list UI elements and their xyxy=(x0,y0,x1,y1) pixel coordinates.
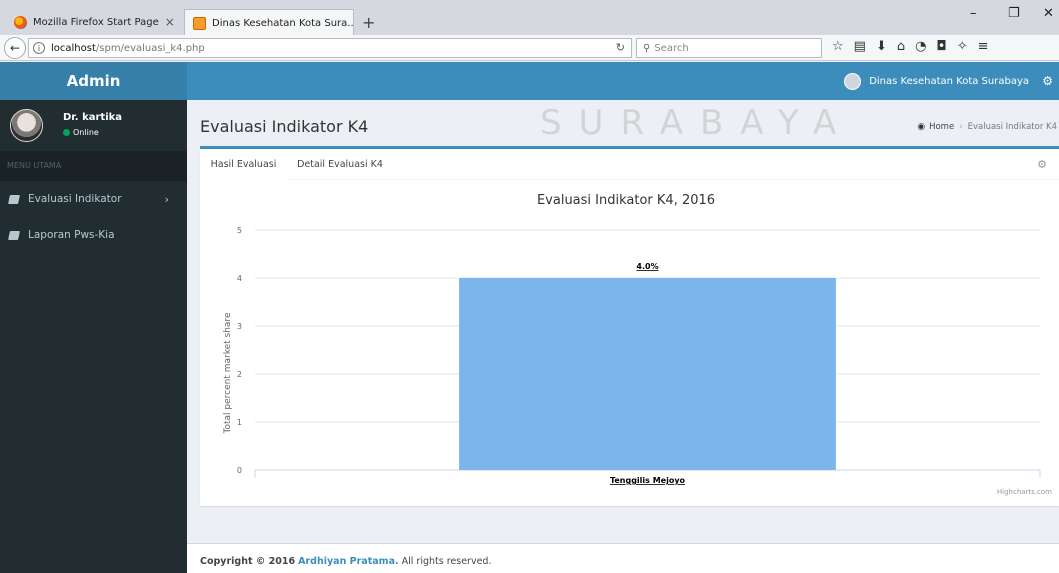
sidebar-item-laporan-pws-kia[interactable]: Laporan Pws-Kia xyxy=(0,219,187,251)
data-label: 4.0% xyxy=(636,262,658,271)
browser-tab-dinas[interactable]: Dinas Kesehatan Kota Sura... × xyxy=(184,9,354,36)
sidebar-item-evaluasi-indikator[interactable]: Evaluasi Indikator › xyxy=(0,183,187,215)
page-title: Evaluasi Indikator K4 xyxy=(200,117,369,136)
browser-nav-bar: ← i localhost/spm/evaluasi_k4.php ↻ ⚲ Se… xyxy=(0,35,1059,61)
tab-title: Dinas Kesehatan Kota Sura... xyxy=(212,17,354,29)
minimize-icon[interactable]: – xyxy=(970,6,977,21)
user-avatar-icon xyxy=(844,72,862,90)
user-menu-label: Dinas Kesehatan Kota Surabaya xyxy=(869,75,1029,87)
breadcrumb-current: Evaluasi Indikator K4 xyxy=(967,122,1057,132)
breadcrumb: ◉ Home › Evaluasi Indikator K4 xyxy=(917,122,1057,132)
bars xyxy=(459,278,836,470)
y-tick-label: 5 xyxy=(237,226,242,235)
status-label: Online xyxy=(73,128,99,137)
restore-icon[interactable]: ❐ xyxy=(1008,6,1020,21)
url-path: /spm/evaluasi_k4.php xyxy=(95,42,205,54)
breadcrumb-home[interactable]: Home xyxy=(929,122,954,132)
site-favicon-icon xyxy=(193,16,206,30)
content-wrapper: Evaluasi Indikator K4 ◉ Home › Evaluasi … xyxy=(187,100,1059,573)
y-tick-label: 1 xyxy=(237,418,242,427)
breadcrumb-separator: › xyxy=(959,122,963,132)
shield-icon[interactable]: ◘ xyxy=(936,39,946,54)
chart-title: Evaluasi Indikator K4, 2016 xyxy=(537,193,715,208)
copyright-suffix: All rights reserved. xyxy=(401,556,492,567)
dashboard-icon: ◉ xyxy=(917,122,926,132)
user-name: Dr. kartika xyxy=(63,112,123,123)
copyright-prefix: Copyright © 2016 xyxy=(200,556,296,567)
search-placeholder: Search xyxy=(654,42,689,54)
y-tick-label: 4 xyxy=(237,274,242,283)
back-arrow-icon[interactable]: ← xyxy=(4,37,26,59)
settings-cogs-icon[interactable]: ⚙ xyxy=(1042,74,1053,88)
book-icon xyxy=(8,230,20,240)
reload-icon[interactable]: ↻ xyxy=(616,41,625,54)
app-header: Admin Dinas Kesehatan Kota Surabaya ⚙ xyxy=(0,62,1059,100)
reading-list-icon[interactable]: ▤ xyxy=(854,39,866,54)
online-dot-icon xyxy=(63,129,70,136)
new-tab-icon[interactable]: + xyxy=(362,13,375,32)
sidebar: Dr. kartika Online MENU UTAMA Evaluasi I… xyxy=(0,100,187,573)
user-status: Online xyxy=(63,128,99,137)
url-bar[interactable]: i localhost/spm/evaluasi_k4.php ↻ xyxy=(28,38,632,58)
toolbar-icons: ☆ ▤ ⬇ ⌂ ◔ ◘ ✧ ≡ xyxy=(832,39,989,54)
menu-icon[interactable]: ≡ xyxy=(978,39,989,54)
tab-hasil-evaluasi[interactable]: Hasil Evaluasi xyxy=(200,149,287,180)
bar-chart: Evaluasi Indikator K4, 2016 Total percen… xyxy=(223,193,1052,496)
avatar xyxy=(10,109,43,142)
tab-title: Mozilla Firefox Start Page xyxy=(33,16,159,28)
search-icon: ⚲ xyxy=(643,42,651,54)
chevron-right-icon: › xyxy=(164,192,169,206)
author-link[interactable]: Ardhiyan Pratama. xyxy=(298,556,398,567)
x-tick-label: Tenggilis Mejoyo xyxy=(610,476,686,485)
info-icon[interactable]: i xyxy=(33,42,45,54)
user-panel: Dr. kartika Online xyxy=(0,100,187,150)
footer: Copyright © 2016 Ardhiyan Pratama. All r… xyxy=(187,543,1059,573)
home-icon[interactable]: ⌂ xyxy=(897,39,905,54)
user-menu[interactable]: Dinas Kesehatan Kota Surabaya xyxy=(844,62,1029,100)
logo[interactable]: Admin xyxy=(0,62,187,100)
url-host: localhost xyxy=(51,42,96,54)
menu-header: MENU UTAMA xyxy=(0,151,187,181)
tab-strip: Hasil Evaluasi Detail Evaluasi K4 ⚙ xyxy=(200,149,1059,180)
evaluation-box: Hasil Evaluasi Detail Evaluasi K4 ⚙ Eval… xyxy=(200,146,1059,506)
window-close-icon[interactable]: ✕ xyxy=(1043,6,1054,21)
gear-icon[interactable]: ⚙ xyxy=(1037,158,1047,171)
firefox-icon xyxy=(14,15,27,29)
sidebar-item-label: Laporan Pws-Kia xyxy=(28,229,115,241)
extension-icon[interactable]: ✧ xyxy=(957,39,968,54)
browser-tab-start-page[interactable]: Mozilla Firefox Start Page × xyxy=(6,9,182,35)
search-input[interactable]: ⚲ Search xyxy=(636,38,822,58)
tab-detail-evaluasi-k4[interactable]: Detail Evaluasi K4 xyxy=(287,149,393,180)
download-icon[interactable]: ⬇ xyxy=(876,39,887,54)
y-tick-label: 3 xyxy=(237,322,242,331)
sidebar-item-label: Evaluasi Indikator xyxy=(28,193,122,205)
y-tick-label: 2 xyxy=(237,370,242,379)
book-icon xyxy=(8,194,20,204)
chart-credits[interactable]: Highcharts.com xyxy=(997,488,1052,496)
y-tick-label: 0 xyxy=(237,466,242,475)
star-icon[interactable]: ☆ xyxy=(832,39,844,54)
close-tab-icon[interactable]: × xyxy=(159,15,175,29)
tab-label: Hasil Evaluasi xyxy=(210,159,277,170)
tab-label: Detail Evaluasi K4 xyxy=(297,159,383,170)
bar xyxy=(459,278,836,470)
y-axis-label: Total percent market share xyxy=(223,312,233,434)
browser-tab-bar: Mozilla Firefox Start Page × Dinas Keseh… xyxy=(0,0,1059,36)
pocket-icon[interactable]: ◔ xyxy=(915,39,926,54)
